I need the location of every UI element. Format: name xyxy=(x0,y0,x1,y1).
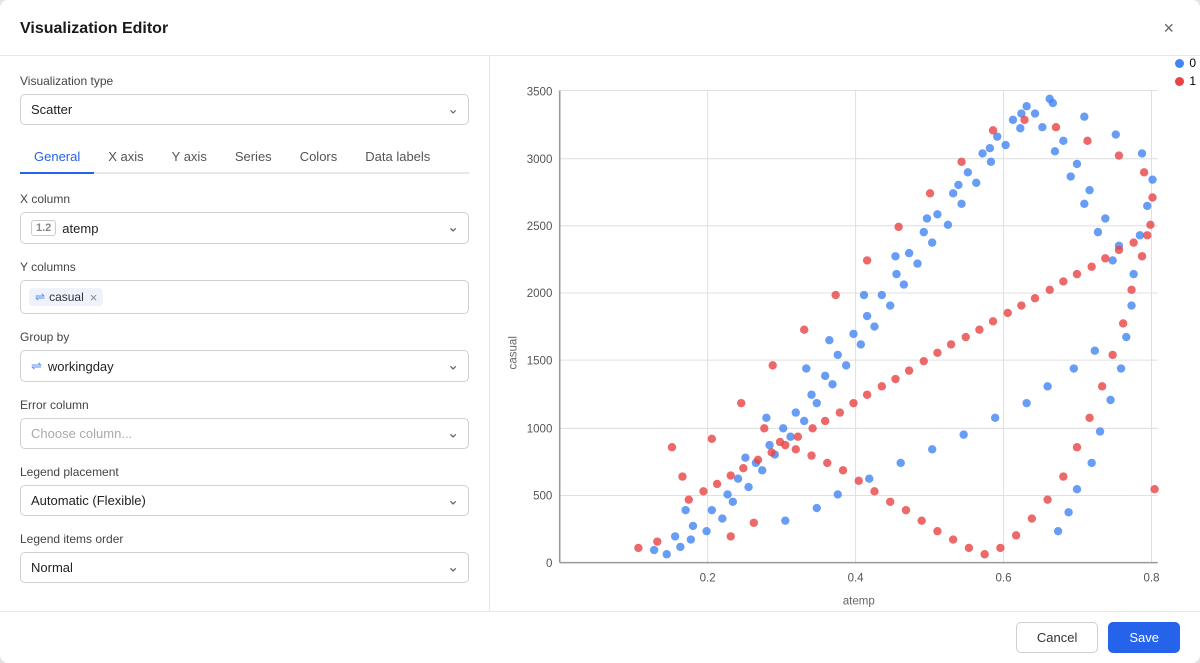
x-column-select-wrapper: 1.2 atemp ⌄ xyxy=(20,212,469,244)
group-by-icon: ⇌ xyxy=(31,358,42,374)
y-axis-label: casual xyxy=(508,336,520,369)
legend-placement-label: Legend placement xyxy=(20,465,469,479)
modal-footer: Cancel Save xyxy=(0,611,1200,663)
x-col-type: 1.2 xyxy=(31,220,56,236)
left-panel: Visualization type Scatter Line Bar Gene… xyxy=(0,56,490,611)
tab-colors[interactable]: Colors xyxy=(286,141,352,174)
svg-text:3500: 3500 xyxy=(527,87,553,99)
group-by-select[interactable]: ⇌ workingday xyxy=(20,350,469,382)
svg-text:3000: 3000 xyxy=(527,154,553,166)
cancel-button[interactable]: Cancel xyxy=(1016,622,1098,653)
svg-text:1000: 1000 xyxy=(527,424,553,436)
error-column-label: Error column xyxy=(20,398,469,412)
modal-header: Visualization Editor × xyxy=(0,0,1200,56)
group-by-label: Group by xyxy=(20,330,469,344)
viz-type-select[interactable]: Scatter Line Bar xyxy=(20,94,469,125)
x-column-label: X column xyxy=(20,192,469,206)
tab-datalabels[interactable]: Data labels xyxy=(351,141,444,174)
svg-text:1500: 1500 xyxy=(527,355,553,367)
svg-text:0: 0 xyxy=(546,558,552,570)
modal-body: Visualization type Scatter Line Bar Gene… xyxy=(0,56,1200,611)
y-columns-group: Y columns ⇌ casual × xyxy=(20,260,469,314)
legend-label-1: 1 xyxy=(1189,74,1196,88)
x-column-select[interactable]: 1.2 atemp xyxy=(20,212,469,244)
legend-order-label: Legend items order xyxy=(20,532,469,546)
tag-label: casual xyxy=(49,290,84,304)
svg-text:2000: 2000 xyxy=(527,288,553,300)
x-col-value: atemp xyxy=(62,221,98,236)
svg-text:0.8: 0.8 xyxy=(1143,573,1159,585)
viz-type-group: Visualization type Scatter Line Bar xyxy=(20,74,469,125)
error-column-group: Error column Choose column... ⌄ xyxy=(20,398,469,449)
x-axis-label: atemp xyxy=(843,596,875,608)
viz-type-label: Visualization type xyxy=(20,74,469,88)
legend-placement-group: Legend placement Automatic (Flexible) ⌄ xyxy=(20,465,469,516)
visualization-editor-modal: Visualization Editor × Visualization typ… xyxy=(0,0,1200,663)
x-column-group: X column 1.2 atemp ⌄ xyxy=(20,192,469,244)
legend-order-select[interactable]: Normal xyxy=(20,552,469,583)
error-column-select[interactable]: Choose column... xyxy=(20,418,469,449)
chart-svg: casual xyxy=(502,68,1184,611)
tag-link-icon: ⇌ xyxy=(35,290,45,304)
y-columns-label: Y columns xyxy=(20,260,469,274)
svg-text:500: 500 xyxy=(533,491,552,503)
chart-panel: 0 1 casual xyxy=(490,56,1200,611)
viz-type-select-wrapper: Scatter Line Bar xyxy=(20,94,469,125)
scatter-chart: casual xyxy=(502,68,1184,611)
group-by-select-wrapper: ⇌ workingday ⌄ xyxy=(20,350,469,382)
tabs-bar: General X axis Y axis Series Colors Data… xyxy=(20,141,469,174)
svg-text:0.2: 0.2 xyxy=(700,573,716,585)
y-columns-input[interactable]: ⇌ casual × xyxy=(20,280,469,314)
legend-placement-value: Automatic (Flexible) xyxy=(31,493,146,508)
modal-title: Visualization Editor xyxy=(20,20,168,38)
legend-order-select-wrapper: Normal ⌄ xyxy=(20,552,469,583)
legend-placement-select[interactable]: Automatic (Flexible) xyxy=(20,485,469,516)
legend-dot-0 xyxy=(1175,59,1184,68)
legend-order-group: Legend items order Normal ⌄ xyxy=(20,532,469,583)
legend-placement-select-wrapper: Automatic (Flexible) ⌄ xyxy=(20,485,469,516)
legend-label-0: 0 xyxy=(1189,56,1196,70)
error-column-select-wrapper: Choose column... ⌄ xyxy=(20,418,469,449)
group-by-value: workingday xyxy=(48,359,114,374)
legend-order-value: Normal xyxy=(31,560,73,575)
tab-general[interactable]: General xyxy=(20,141,94,174)
tab-xaxis[interactable]: X axis xyxy=(94,141,157,174)
tab-yaxis[interactable]: Y axis xyxy=(158,141,221,174)
group-by-group: Group by ⇌ workingday ⌄ xyxy=(20,330,469,382)
close-button[interactable]: × xyxy=(1157,16,1180,41)
save-button[interactable]: Save xyxy=(1108,622,1180,653)
svg-text:0.4: 0.4 xyxy=(848,573,865,585)
casual-tag: ⇌ casual × xyxy=(29,288,103,306)
error-column-placeholder: Choose column... xyxy=(31,426,132,441)
svg-text:0.6: 0.6 xyxy=(996,573,1012,585)
tag-remove-button[interactable]: × xyxy=(90,291,98,304)
svg-text:2500: 2500 xyxy=(527,221,553,233)
tab-series[interactable]: Series xyxy=(221,141,286,174)
